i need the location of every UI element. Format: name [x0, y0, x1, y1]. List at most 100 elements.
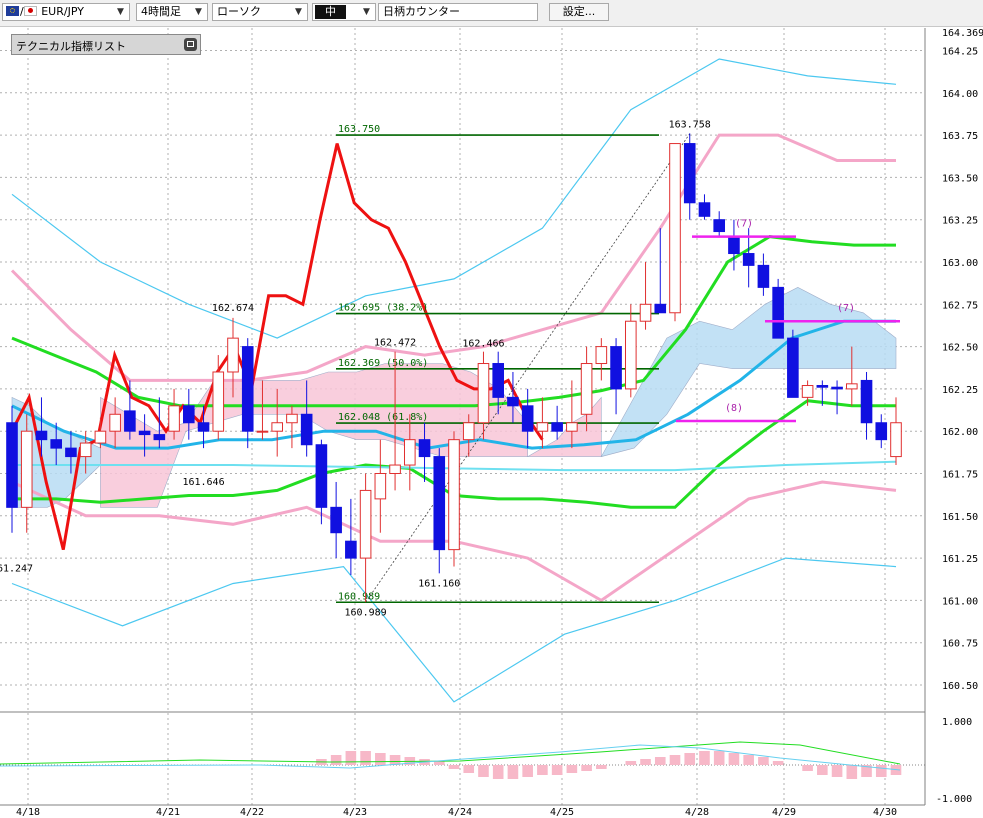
candle-body — [124, 410, 136, 432]
oscillator-histogram-bar — [654, 757, 666, 765]
price-tick-label: 160.50 — [942, 681, 978, 692]
price-extreme-label: 163.758 — [669, 120, 711, 131]
candle-body — [831, 386, 843, 390]
candle-body — [595, 346, 608, 365]
indicator-list-title: テクニカル指標リスト — [16, 40, 126, 53]
candle-body — [772, 286, 784, 339]
candle-body — [227, 337, 239, 373]
price-tick-label: 162.00 — [942, 427, 978, 438]
candle-body — [138, 430, 151, 436]
fibonacci-level-label: 162.048 (61.8%) — [338, 412, 428, 423]
candle-body — [374, 473, 387, 500]
oscillator-histogram-bar — [625, 761, 637, 765]
candle-body — [610, 346, 622, 390]
price-extreme-label: 160.989 — [345, 607, 387, 618]
oscillator-histogram-bar — [507, 765, 519, 779]
day-counter-label: (7) — [837, 303, 855, 314]
candle-body — [168, 405, 180, 432]
candle-body — [448, 439, 460, 551]
restore-window-icon[interactable] — [184, 38, 197, 51]
oscillator-histogram-bar — [802, 765, 813, 771]
candle-body — [65, 447, 77, 458]
candle-body — [507, 396, 519, 407]
price-tick-label: 161.25 — [942, 554, 978, 565]
price-tick-label: 163.75 — [942, 131, 978, 142]
candle-body — [566, 422, 578, 432]
candle-body — [212, 371, 225, 432]
candle-body — [315, 444, 328, 508]
day-counter-label: (8) — [725, 403, 743, 414]
candle-body — [241, 346, 254, 432]
candle-body — [816, 385, 829, 388]
candle-body — [580, 363, 593, 415]
fibonacci-level-label: 162.369 (50.0%) — [338, 358, 428, 369]
indicator-list-panel[interactable]: テクニカル指標リスト — [11, 34, 201, 55]
candle-body — [197, 422, 210, 432]
candle-body — [624, 320, 637, 390]
price-chart[interactable]: 163.750 162.695 (38.2%) 162.369 (50.0%) 162… — [0, 0, 983, 818]
price-tick-label: 161.50 — [942, 512, 978, 523]
candle-body — [477, 363, 490, 424]
candle-body — [860, 379, 873, 424]
fibonacci-level-label: 163.750 — [338, 124, 380, 135]
candle-body — [403, 439, 416, 466]
candle-body — [389, 464, 401, 475]
candle-body — [418, 439, 431, 458]
oscillator-histogram-bar — [758, 757, 769, 765]
candle-body — [359, 489, 372, 559]
price-tick-label: 162.50 — [942, 343, 978, 354]
time-axis-label: 4/24 — [448, 807, 472, 818]
oscillator-histogram-bar — [772, 761, 784, 765]
candle-body — [256, 430, 269, 433]
price-extreme-label: 162.674 — [212, 303, 254, 314]
candle-body — [551, 422, 563, 432]
time-axis-label: 4/18 — [16, 807, 40, 818]
candle-body — [787, 337, 799, 398]
time-axis-label: 4/21 — [156, 807, 180, 818]
oscillator-histogram-bar — [581, 765, 592, 771]
time-axis-label: 4/29 — [772, 807, 796, 818]
candle-body — [536, 422, 549, 432]
candle-body — [492, 363, 505, 398]
price-tick-label: 161.75 — [942, 470, 978, 481]
candle-body — [182, 405, 195, 424]
candle-body — [79, 442, 92, 458]
candle-body — [433, 456, 446, 551]
price-extreme-label: 161.160 — [418, 578, 460, 589]
candle-body — [109, 413, 121, 432]
candle-body — [94, 430, 107, 444]
time-axis-label: 4/30 — [873, 807, 897, 818]
candle-body — [742, 253, 755, 266]
price-extreme-label: 161.247 — [0, 564, 33, 575]
oscillator-tick-label: 1.000 — [942, 717, 972, 728]
oscillator-histogram-bar — [375, 753, 386, 765]
day-counter-label: (7) — [735, 219, 753, 230]
current-price-label: 164.369 — [942, 28, 983, 39]
oscillator-histogram-bar — [492, 765, 504, 779]
candle-body — [521, 405, 534, 432]
price-tick-label: 163.25 — [942, 216, 978, 227]
candle-body — [35, 430, 48, 441]
time-axis-label: 4/25 — [550, 807, 574, 818]
oscillator-histogram-bar — [360, 751, 371, 765]
oscillator-histogram-bar — [831, 765, 843, 777]
price-tick-label: 163.50 — [942, 173, 978, 184]
oscillator-histogram-bar — [817, 765, 828, 775]
candle-body — [890, 422, 902, 458]
oscillator-histogram-bar — [330, 755, 342, 765]
oscillator-histogram-bar — [345, 751, 357, 765]
time-axis-label: 4/22 — [240, 807, 264, 818]
candle-body — [669, 143, 681, 314]
candle-body — [153, 434, 166, 441]
candle-body — [713, 219, 726, 233]
candle-body — [757, 264, 770, 288]
price-extreme-label: 161.646 — [182, 477, 224, 488]
candle-body — [875, 422, 888, 441]
time-axis-label: 4/23 — [343, 807, 367, 818]
fibonacci-level-label: 160.989 — [338, 591, 380, 602]
price-extreme-label: 162.472 — [374, 337, 416, 348]
oscillator-histogram-bar — [699, 751, 710, 765]
price-tick-label: 164.25 — [942, 47, 978, 58]
oscillator-histogram-bar — [463, 765, 475, 773]
price-extreme-label: 162.466 — [462, 338, 504, 349]
